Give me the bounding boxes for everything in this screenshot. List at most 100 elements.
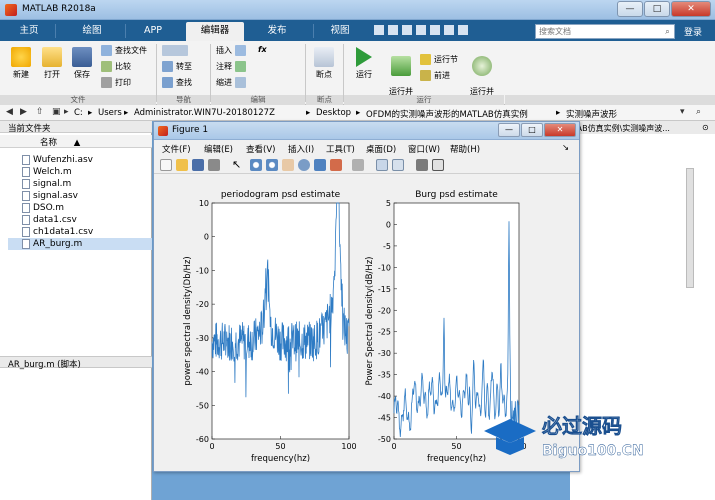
fx-button[interactable]: fx (258, 45, 267, 54)
back-forward-button[interactable] (162, 45, 188, 56)
rotate-3d-icon[interactable] (298, 159, 310, 171)
search-icon[interactable]: ⌕ (661, 25, 674, 38)
login-link[interactable]: 登录 (684, 25, 702, 38)
quick-paste-icon[interactable] (416, 25, 426, 35)
file-icon (22, 215, 30, 225)
tab-publish[interactable]: 发布 (250, 22, 304, 41)
hide-plot-tools-icon[interactable] (416, 159, 428, 171)
file-item[interactable]: ch1data1.csv (22, 226, 93, 238)
figure-maximize-button[interactable]: □ (521, 123, 543, 137)
window-titlebar: MATLAB R2018a — □ ✕ (0, 0, 715, 20)
quick-save-icon[interactable] (374, 25, 384, 35)
right-panel-header: LAB仿真实例\实测噪声波... (570, 121, 715, 134)
new-button[interactable]: 新建 (6, 47, 36, 80)
forward-arrow-icon[interactable]: ▶ (20, 107, 27, 117)
file-item-selected[interactable]: AR_burg.m (8, 238, 152, 250)
legend-icon[interactable] (392, 159, 404, 171)
comment-button[interactable]: 注释 (216, 61, 246, 72)
print-button[interactable]: 打印 (101, 77, 131, 88)
axes-box (211, 202, 350, 440)
search-docs-input[interactable]: 搜索文档 (535, 24, 675, 39)
back-arrow-icon[interactable]: ◀ (6, 107, 13, 117)
menu-insert[interactable]: 插入(I) (288, 143, 314, 155)
file-item[interactable]: signal.m (22, 178, 71, 190)
y-tick-label: -60 (196, 435, 209, 444)
figure-minimize-button[interactable]: — (498, 123, 520, 137)
show-plot-tools-icon[interactable] (432, 159, 444, 171)
link-plot-icon[interactable] (352, 159, 364, 171)
up-folder-icon[interactable]: ⇧ (36, 107, 44, 117)
run-advance-icon (391, 56, 411, 76)
tab-apps[interactable]: APP (135, 22, 171, 41)
tab-view[interactable]: 视图 (322, 22, 358, 41)
file-item[interactable]: signal.asv (22, 190, 78, 202)
crumb-user[interactable]: Administrator.WIN7U-20180127Z (134, 108, 275, 118)
tab-home[interactable]: 主页 (10, 22, 48, 41)
crumb-project[interactable]: OFDM的实测噪声波形的MATLAB仿真实例 (366, 108, 528, 120)
run-section-button[interactable]: 运行节 (420, 54, 458, 65)
quick-undo-icon[interactable] (430, 25, 440, 35)
breakpoints-button[interactable]: 断点 (309, 47, 339, 80)
indent-button[interactable]: 缩进 (216, 77, 246, 88)
quick-copy-icon[interactable] (402, 25, 412, 35)
menu-file[interactable]: 文件(F) (162, 143, 191, 155)
crumb-users[interactable]: Users (98, 108, 122, 118)
quick-redo-icon[interactable] (444, 25, 454, 35)
run-button[interactable]: 运行 (349, 47, 379, 80)
quick-help-icon[interactable] (458, 25, 468, 35)
y-tick-label: 5 (386, 199, 391, 208)
file-item[interactable]: Wufenzhi.asv (22, 154, 93, 166)
new-figure-icon[interactable] (160, 159, 172, 171)
print-icon (101, 77, 112, 88)
quick-cut-icon[interactable] (388, 25, 398, 35)
close-button[interactable]: ✕ (671, 1, 711, 17)
minimize-button[interactable]: — (617, 1, 643, 17)
maximize-button[interactable]: □ (644, 1, 670, 17)
file-item[interactable]: data1.csv (22, 214, 77, 226)
save-button[interactable]: 保存 (67, 47, 97, 80)
brush-icon[interactable] (330, 159, 342, 171)
file-item[interactable]: DSO.m (22, 202, 64, 214)
open-button[interactable]: 打开 (37, 47, 67, 80)
browse-folder-icon[interactable]: ▣ (52, 107, 61, 117)
goto-button[interactable]: 转至 (162, 61, 192, 72)
compare-button[interactable]: 比较 (101, 61, 131, 72)
find-icon (162, 77, 173, 88)
zoom-out-icon[interactable] (266, 159, 278, 171)
insert-button[interactable]: 插入 (216, 45, 246, 56)
tab-plots[interactable]: 绘图 (72, 22, 112, 41)
menu-help[interactable]: 帮助(H) (450, 143, 480, 155)
menu-desktop[interactable]: 桌面(D) (366, 143, 396, 155)
x-axis-label: frequency(hz) (251, 454, 310, 464)
find-files-button[interactable]: 查找文件 (101, 45, 147, 56)
insert-label: 插入 (216, 46, 232, 55)
crumb-folder[interactable]: 实测噪声波形 (566, 108, 617, 120)
menu-edit[interactable]: 编辑(E) (204, 143, 233, 155)
data-cursor-icon[interactable] (314, 159, 326, 171)
print-figure-icon[interactable] (208, 159, 220, 171)
panel-menu-icon[interactable]: ⊙ (702, 123, 709, 132)
menu-window[interactable]: 窗口(W) (408, 143, 440, 155)
advance-button[interactable]: 前进 (420, 70, 450, 81)
vertical-scrollbar[interactable] (686, 168, 694, 288)
figure-close-button[interactable]: ✕ (544, 123, 576, 137)
open-file-icon[interactable] (176, 159, 188, 171)
column-name-header[interactable]: 名称 ▲ (0, 135, 152, 148)
tab-editor[interactable]: 编辑器 (186, 22, 244, 41)
arrow-select-icon[interactable]: ↖ (232, 159, 244, 171)
run-section-label: 运行节 (434, 55, 458, 64)
menu-view[interactable]: 查看(V) (246, 143, 275, 155)
indent-label: 缩进 (216, 78, 232, 87)
find-button[interactable]: 查找 (162, 77, 192, 88)
address-search-icon[interactable]: ⌕ (696, 107, 701, 117)
pan-hand-icon[interactable] (282, 159, 294, 171)
file-item[interactable]: Welch.m (22, 166, 72, 178)
save-figure-icon[interactable] (192, 159, 204, 171)
crumb-drive[interactable]: C: (74, 108, 83, 118)
menu-dock-icon[interactable]: ↘ (562, 143, 569, 153)
zoom-in-icon[interactable] (250, 159, 262, 171)
address-dropdown-icon[interactable]: ▾ (680, 107, 685, 117)
crumb-desktop[interactable]: Desktop (316, 108, 351, 118)
colorbar-icon[interactable] (376, 159, 388, 171)
menu-tools[interactable]: 工具(T) (326, 143, 355, 155)
